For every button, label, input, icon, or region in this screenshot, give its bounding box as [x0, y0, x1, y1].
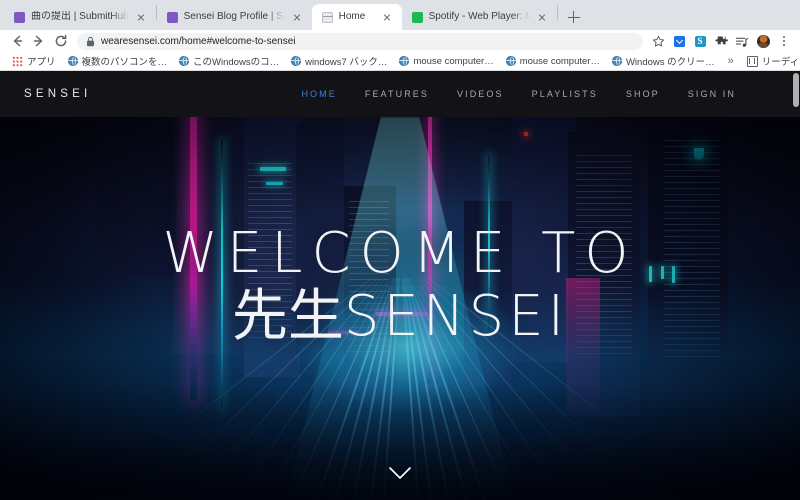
nav-item-playlists[interactable]: PLAYLISTS	[532, 89, 598, 99]
nav-item-sign-in[interactable]: SIGN IN	[688, 89, 736, 99]
site-header: SENSEI HOME FEATURES VIDEOS PLAYLISTS SH…	[0, 71, 800, 117]
bookmark-item-4[interactable]: mouse computer…	[393, 56, 499, 67]
chrome-menu-icon[interactable]	[774, 31, 794, 51]
bookmarks-overflow-button[interactable]: »	[721, 55, 741, 67]
close-icon[interactable]	[135, 11, 148, 24]
back-button[interactable]	[6, 30, 28, 52]
bookmark-label: windows7 バック…	[305, 57, 388, 68]
puzzle-extensions-icon[interactable]	[711, 31, 731, 51]
address-bar[interactable]: wearesensei.com/home#welcome-to-sensei	[77, 32, 643, 50]
apps-grid-icon	[12, 55, 23, 67]
page-scrollbar[interactable]	[791, 71, 800, 500]
scrollbar-thumb[interactable]	[793, 73, 799, 107]
reload-button[interactable]	[50, 30, 72, 52]
browser-tab-4[interactable]: Spotify - Web Player: Music for	[402, 4, 557, 30]
bookmarks-bar: アプリ 複数のパソコンを… このWindowsのコ… windows7 バック……	[0, 52, 800, 71]
bookmark-item-2[interactable]: このWindowsのコ…	[173, 54, 285, 68]
bookmark-apps[interactable]: アプリ	[6, 54, 62, 68]
bookmark-item-6[interactable]: Windows のクリー…	[606, 54, 721, 68]
forward-button[interactable]	[28, 30, 50, 52]
browser-toolbar: wearesensei.com/home#welcome-to-sensei S	[0, 30, 800, 52]
hero-section: WELCOME TO 先生SENSEI	[0, 117, 800, 500]
download-extension-icon[interactable]	[669, 31, 689, 51]
close-icon[interactable]	[536, 11, 549, 24]
bookmark-label: 複数のパソコンを…	[81, 57, 168, 68]
bookmark-label: アプリ	[27, 57, 56, 68]
nav-item-videos[interactable]: VIDEOS	[457, 89, 504, 99]
hero-copy: WELCOME TO 先生SENSEI	[0, 117, 800, 500]
globe-icon	[321, 11, 333, 23]
hero-kanji: 先生	[231, 284, 344, 350]
globe-icon	[505, 56, 516, 66]
close-icon[interactable]	[381, 11, 394, 24]
reading-list-label: リーディング リスト	[761, 57, 800, 68]
bookmark-item-3[interactable]: windows7 バック…	[285, 54, 393, 68]
bookmark-label: Windows のクリー…	[625, 57, 715, 68]
globe-icon	[399, 56, 410, 66]
close-icon[interactable]	[291, 11, 304, 24]
browser-tab-1[interactable]: 曲の提出 | SubmitHub	[4, 4, 156, 30]
lock-icon	[87, 36, 94, 46]
submithub-icon	[14, 11, 25, 23]
reading-list-button[interactable]: リーディング リスト	[741, 54, 800, 68]
tab-separator	[556, 5, 558, 20]
tab-title: Home	[338, 11, 366, 22]
site-logo[interactable]: SENSEI	[24, 88, 91, 100]
page-viewport: SENSEI HOME FEATURES VIDEOS PLAYLISTS SH…	[0, 71, 800, 500]
s-extension-icon[interactable]: S	[690, 31, 710, 51]
tab-strip: 曲の提出 | SubmitHub Sensei Blog Profile | S…	[0, 0, 800, 30]
site-nav: HOME FEATURES VIDEOS PLAYLISTS SHOP SIGN…	[301, 89, 776, 99]
spotify-icon	[411, 11, 423, 23]
scroll-down-button[interactable]	[387, 465, 413, 486]
nav-item-shop[interactable]: SHOP	[626, 89, 660, 99]
bookmark-label: mouse computer…	[519, 55, 600, 67]
hero-latin: SENSEI	[343, 284, 569, 350]
globe-icon	[179, 56, 190, 66]
nav-item-home[interactable]: HOME	[301, 89, 336, 99]
profile-avatar[interactable]	[753, 31, 773, 51]
reading-list-icon	[746, 55, 758, 67]
browser-tab-2[interactable]: Sensei Blog Profile | SubmitHub	[157, 4, 312, 30]
browser-window: 曲の提出 | SubmitHub Sensei Blog Profile | S…	[0, 0, 800, 500]
nav-item-features[interactable]: FEATURES	[365, 89, 429, 99]
tab-title: 曲の提出 | SubmitHub	[31, 11, 129, 22]
url-text: wearesensei.com/home#welcome-to-sensei	[101, 35, 296, 47]
globe-icon	[611, 56, 622, 66]
new-tab-button[interactable]	[562, 5, 586, 29]
chevron-down-icon	[389, 467, 411, 479]
bookmark-label: mouse computer…	[413, 55, 494, 67]
globe-icon	[291, 56, 302, 66]
hero-headline-line1: WELCOME TO	[162, 221, 638, 287]
browser-tab-3-active[interactable]: Home	[311, 4, 402, 30]
bookmark-item-5[interactable]: mouse computer…	[500, 56, 606, 67]
submithub-icon	[166, 11, 178, 23]
bookmark-item-1[interactable]: 複数のパソコンを…	[62, 54, 174, 68]
tab-title: Sensei Blog Profile | SubmitHub	[183, 11, 285, 22]
hero-headline-line2: 先生SENSEI	[231, 284, 569, 350]
globe-icon	[67, 56, 78, 66]
bookmark-label: このWindowsのコ…	[193, 57, 280, 68]
tab-title: Spotify - Web Player: Music for	[428, 11, 530, 22]
music-list-extension-icon[interactable]	[732, 31, 752, 51]
star-icon[interactable]	[648, 31, 668, 51]
toolbar-icons: S	[648, 31, 794, 51]
